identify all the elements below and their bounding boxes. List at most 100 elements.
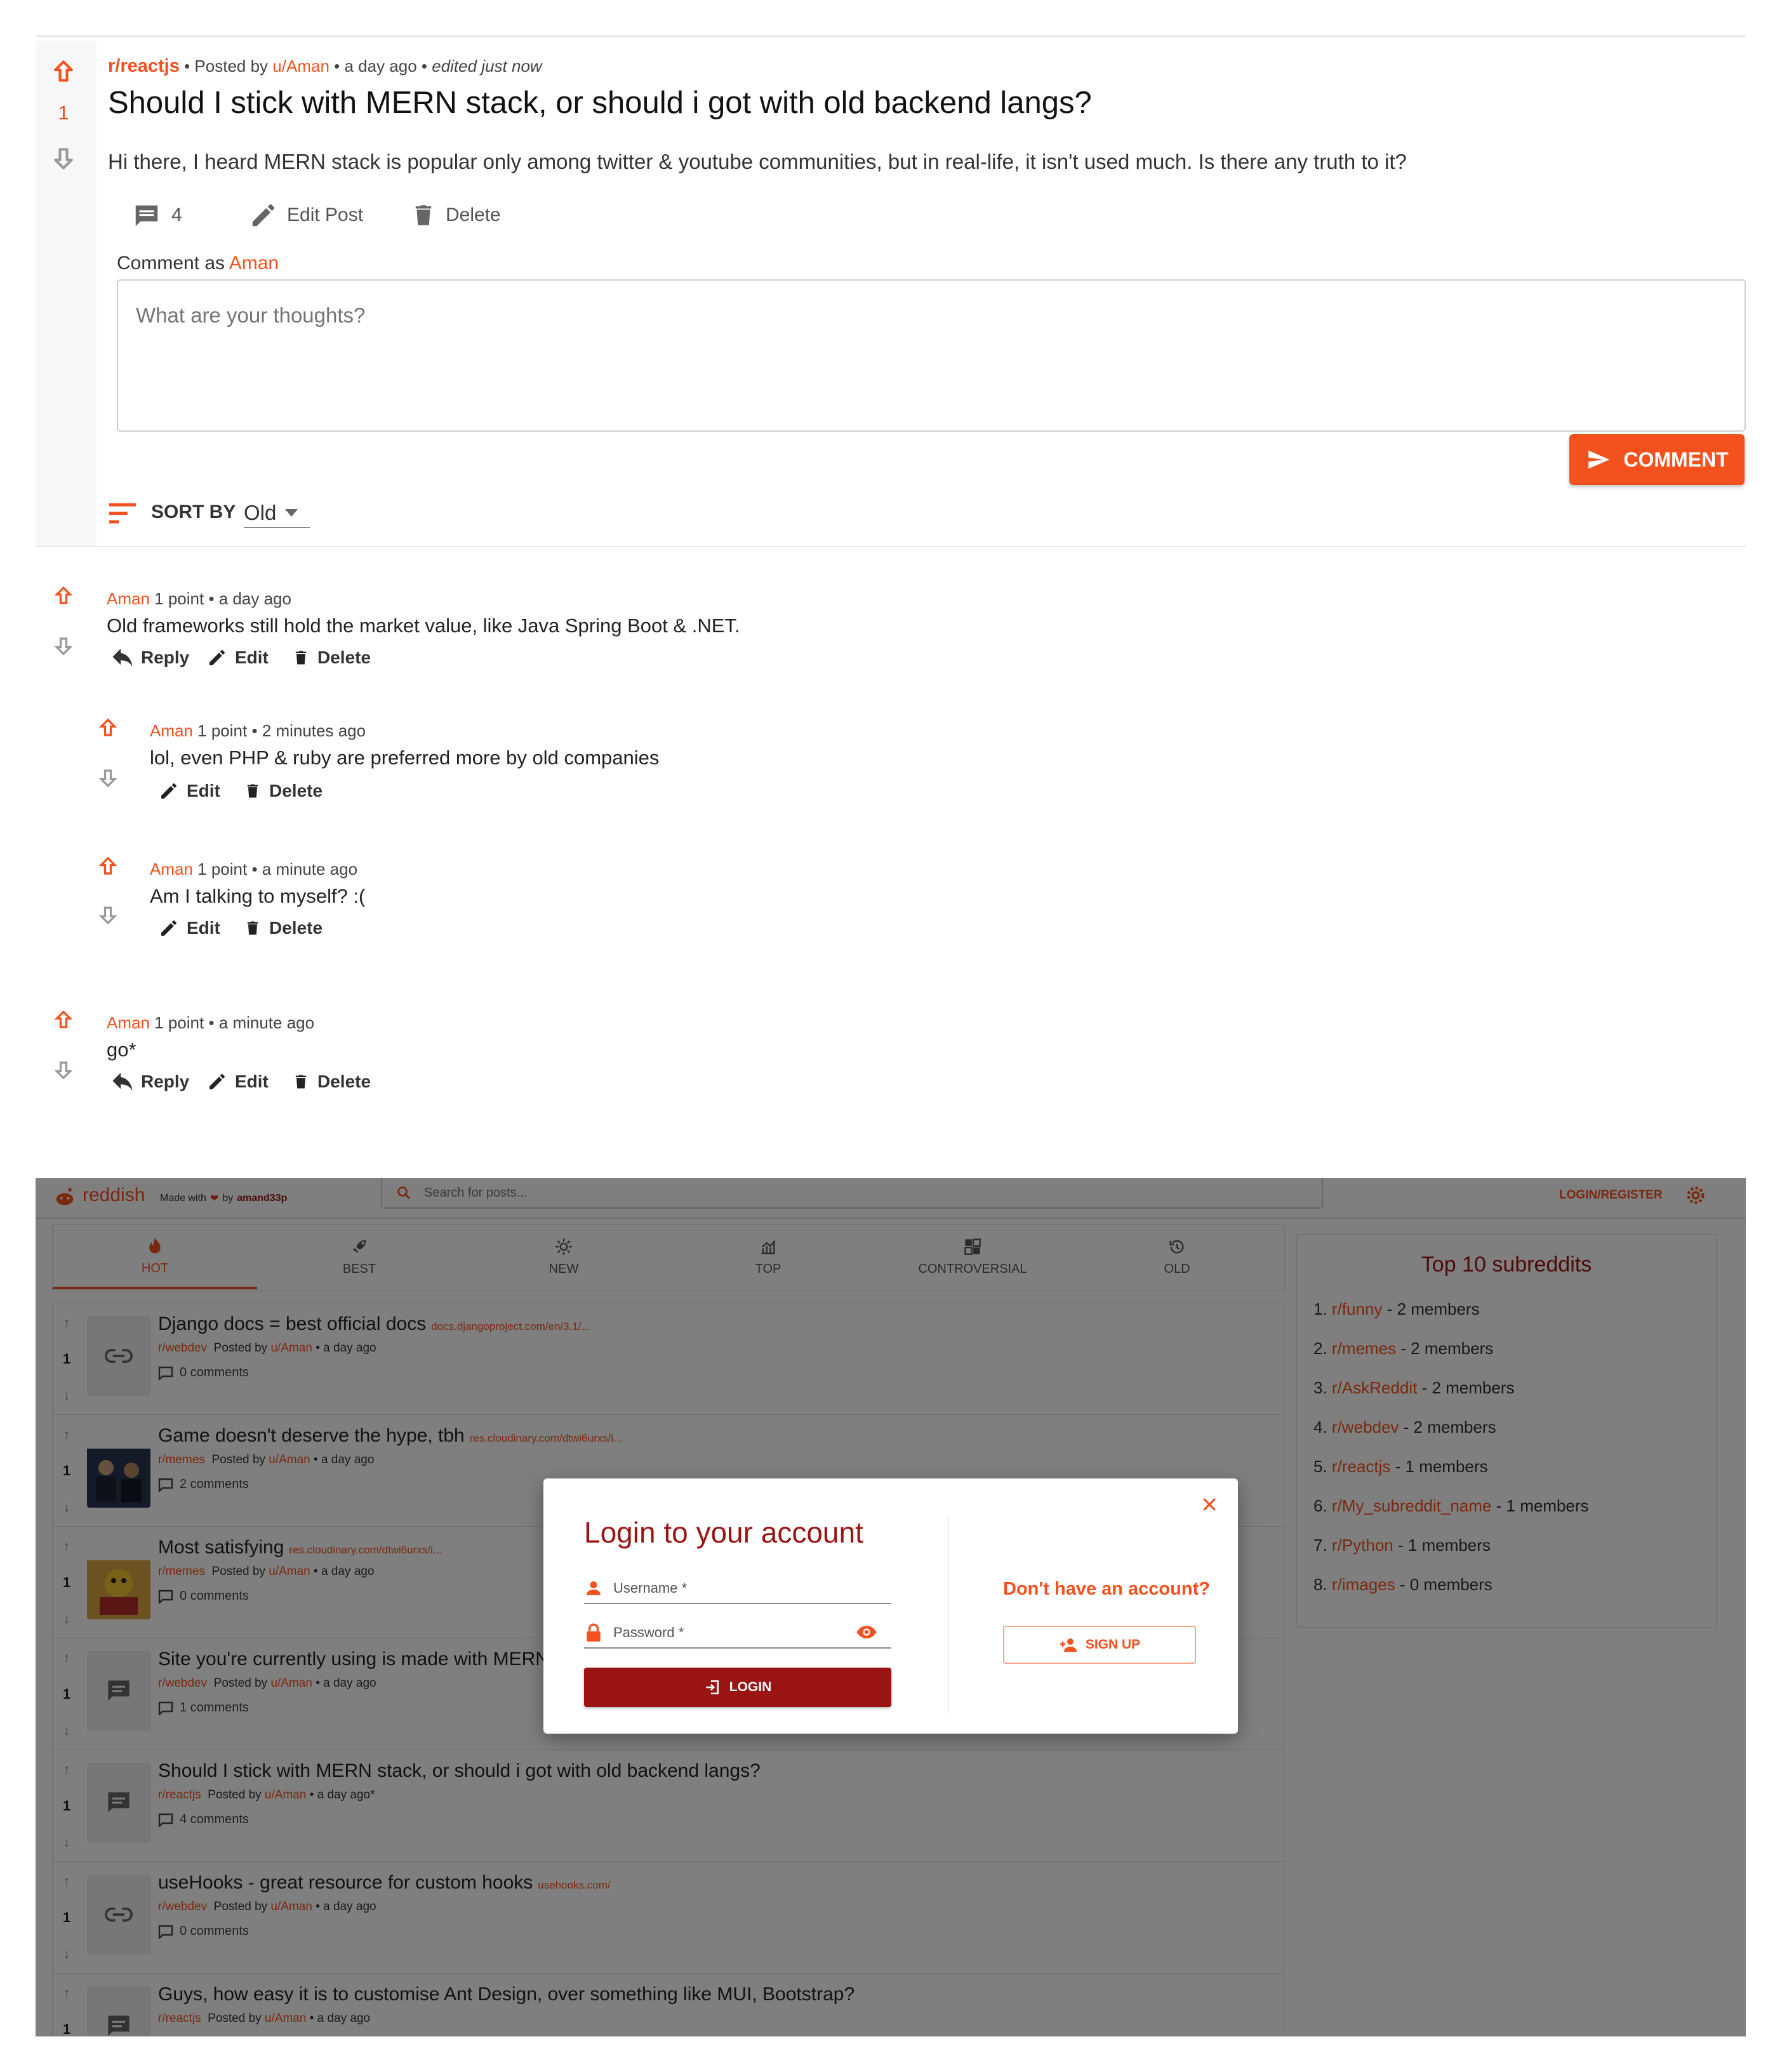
comments-count: 4 — [171, 204, 182, 225]
delete-comment-button[interactable]: Delete — [244, 918, 322, 938]
reply-label: Reply — [141, 648, 190, 667]
comment-downvote-icon[interactable] — [96, 767, 119, 790]
delete-post-button[interactable]: Delete — [410, 201, 501, 230]
sort-select[interactable]: Old — [244, 499, 310, 528]
trash-icon — [410, 201, 437, 230]
delete-comment-button[interactable]: Delete — [292, 648, 371, 668]
post-body: Hi there, I heard MERN stack is popular … — [108, 150, 1407, 173]
home-screen: reddish Made with ❤ by amand33p LOGIN/RE… — [36, 1178, 1746, 2036]
comment-submit-button[interactable]: COMMENT — [1569, 434, 1745, 485]
edit-comment-button[interactable]: Edit — [207, 1072, 269, 1092]
send-icon — [1585, 448, 1612, 472]
chevron-down-icon — [285, 509, 298, 517]
post-score: 1 — [58, 102, 69, 124]
comment-as-user: Aman — [229, 253, 279, 274]
login-button[interactable]: LOGIN — [584, 1668, 891, 1707]
delete-label: Delete — [317, 648, 371, 667]
trash-icon — [292, 648, 310, 668]
trash-icon — [292, 1072, 310, 1092]
edit-label: Edit — [235, 1072, 269, 1091]
comment-author[interactable]: Aman — [150, 860, 193, 879]
comment-submit-label: COMMENT — [1623, 448, 1729, 471]
post-title: Should I stick with MERN stack, or shoul… — [108, 86, 1092, 120]
comment-text: Old frameworks still hold the market val… — [107, 614, 740, 637]
edit-comment-button[interactable]: Edit — [159, 918, 220, 938]
comment-meta: Aman 1 point • a minute ago — [150, 860, 357, 879]
reply-icon — [112, 1072, 133, 1091]
post-edited: edited just now — [432, 56, 542, 76]
edit-post-button[interactable]: Edit Post — [249, 201, 363, 230]
edit-label: Edit — [187, 918, 220, 938]
eye-icon[interactable] — [856, 1624, 877, 1640]
comment-as-label: Comment as Aman — [117, 253, 279, 274]
reply-button[interactable]: Reply — [112, 648, 189, 668]
post-meta: r/reactjs • Posted by u/Aman • a day ago… — [108, 56, 542, 77]
delete-comment-button[interactable]: Delete — [292, 1072, 371, 1092]
comment-upvote-icon[interactable] — [52, 584, 75, 607]
pencil-icon — [207, 648, 227, 668]
reply-label: Reply — [141, 1072, 190, 1091]
reply-button[interactable]: Reply — [112, 1072, 189, 1092]
modal-divider — [948, 1517, 949, 1713]
post-author-link[interactable]: u/Aman — [272, 56, 329, 76]
username-field[interactable]: Username * — [584, 1575, 891, 1604]
comment-textarea[interactable] — [117, 279, 1746, 432]
login-icon — [704, 1679, 721, 1696]
comment-time: 1 point • a minute ago — [197, 860, 358, 879]
edit-label: Edit — [235, 648, 269, 667]
pencil-icon — [207, 1072, 227, 1092]
comment-text: go* — [107, 1039, 136, 1061]
password-field[interactable]: Password * — [584, 1618, 891, 1649]
sort-value: Old — [244, 501, 277, 524]
comment-time: 1 point • 2 minutes ago — [197, 721, 366, 740]
comment-upvote-icon[interactable] — [52, 1008, 75, 1031]
pencil-icon — [249, 201, 278, 230]
comment-meta: Aman 1 point • a minute ago — [107, 1013, 314, 1033]
delete-label: Delete — [269, 918, 323, 938]
trash-icon — [244, 781, 262, 801]
login-button-label: LOGIN — [729, 1680, 772, 1694]
close-icon[interactable] — [1200, 1495, 1219, 1514]
comment-icon — [131, 201, 163, 230]
no-account-label: Don't have an account? — [1003, 1579, 1210, 1599]
edit-comment-button[interactable]: Edit — [207, 648, 269, 668]
reply-icon — [112, 648, 133, 667]
edit-post-label: Edit Post — [287, 204, 364, 225]
sort-by-label: SORT BY — [151, 501, 236, 522]
comment-upvote-icon[interactable] — [96, 716, 119, 739]
comment-author[interactable]: Aman — [107, 589, 150, 608]
lock-icon — [585, 1623, 602, 1642]
post-time: • a day ago • — [334, 56, 427, 76]
login-dialog: Login to your account Username * Passwor… — [543, 1478, 1238, 1734]
password-label: Password * — [613, 1624, 684, 1640]
comment-meta: Aman 1 point • a day ago — [107, 589, 291, 609]
username-label: Username * — [613, 1580, 688, 1596]
divider — [36, 546, 1746, 547]
comment-downvote-icon[interactable] — [96, 904, 119, 927]
downvote-icon[interactable] — [50, 145, 77, 173]
comment-author[interactable]: Aman — [150, 721, 193, 740]
posted-by-label: • Posted by — [184, 56, 269, 76]
delete-label: Delete — [269, 781, 323, 800]
comment-text: lol, even PHP & ruby are preferred more … — [150, 747, 660, 769]
signup-button[interactable]: SIGN UP — [1003, 1626, 1196, 1664]
person-icon — [585, 1580, 602, 1597]
add-user-icon — [1059, 1638, 1078, 1652]
comment-time: 1 point • a minute ago — [154, 1013, 315, 1032]
comment-downvote-icon[interactable] — [52, 635, 75, 658]
delete-post-label: Delete — [446, 204, 501, 225]
pencil-icon — [159, 781, 179, 801]
trash-icon — [244, 918, 262, 938]
comment-downvote-icon[interactable] — [52, 1059, 75, 1082]
comment-time: 1 point • a day ago — [154, 589, 291, 608]
upvote-icon[interactable] — [50, 57, 77, 85]
comment-author[interactable]: Aman — [107, 1013, 150, 1032]
delete-comment-button[interactable]: Delete — [244, 781, 322, 801]
delete-label: Delete — [317, 1072, 371, 1091]
comment-meta: Aman 1 point • 2 minutes ago — [150, 721, 366, 741]
comments-count-button[interactable]: 4 — [131, 201, 182, 230]
comment-upvote-icon[interactable] — [96, 854, 119, 877]
edit-comment-button[interactable]: Edit — [159, 781, 220, 801]
post-subreddit-link[interactable]: r/reactjs — [108, 56, 180, 76]
comment-as-prefix: Comment as — [117, 253, 225, 274]
